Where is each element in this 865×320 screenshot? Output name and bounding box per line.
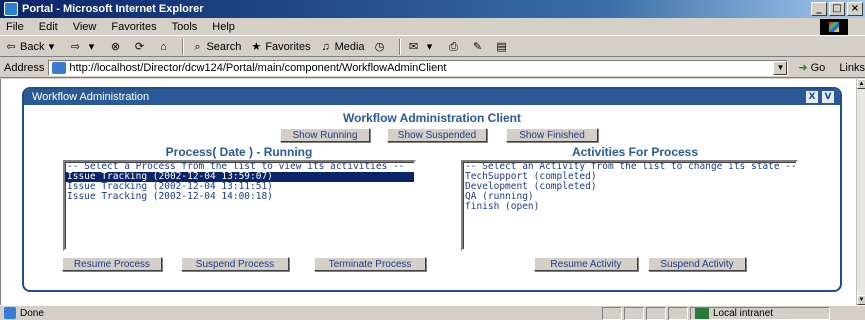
zone-label: Local intranet xyxy=(713,307,774,319)
menu-edit[interactable]: Edit xyxy=(39,21,58,33)
terminate-process-button[interactable]: Terminate Process xyxy=(314,257,426,271)
go-arrow-icon: ➜ xyxy=(798,62,808,74)
title-bar: Portal - Microsoft Internet Explorer _ □… xyxy=(0,0,865,18)
activities-section-title: Activities For Process xyxy=(571,145,699,159)
process-listbox[interactable]: -- Select a Process from the list to vie… xyxy=(63,160,416,251)
forward-button[interactable]: ⇨ ▾ xyxy=(68,40,100,54)
resume-activity-button[interactable]: Resume Activity xyxy=(534,257,638,271)
status-message: Done xyxy=(0,307,600,319)
history-icon: ◷ xyxy=(374,40,385,53)
address-bar: Address http://localhost/Director/dcw124… xyxy=(0,58,865,78)
history-button[interactable]: ◷ xyxy=(373,40,389,54)
window-controls: _ □ × xyxy=(811,2,863,16)
page-viewport: Workflow Administration X V Workflow Adm… xyxy=(0,79,856,305)
panel-header: Workflow Administration X V xyxy=(24,89,840,105)
panel-collapse-button[interactable]: V xyxy=(822,91,834,103)
resume-process-button[interactable]: Resume Process xyxy=(62,257,162,271)
ie-icon xyxy=(4,2,18,16)
status-cell xyxy=(624,306,644,320)
address-label: Address xyxy=(4,61,45,74)
back-button[interactable]: ⇦ Back ▾ xyxy=(4,40,60,54)
browser-window: Portal - Microsoft Internet Explorer _ □… xyxy=(0,0,865,320)
media-label: Media xyxy=(334,40,365,53)
menu-bar: File Edit View Favorites Tools Help xyxy=(0,18,865,36)
show-suspended-button[interactable]: Show Suspended xyxy=(387,128,487,142)
panel-controls: X V xyxy=(806,91,834,103)
chevron-down-icon: ▾ xyxy=(426,40,433,53)
address-url: http://localhost/Director/dcw124/Portal/… xyxy=(69,61,447,74)
media-button[interactable]: ♫ Media xyxy=(319,40,365,54)
mail-icon: ✉ xyxy=(408,40,419,53)
toolbar: ⇦ Back ▾ ⇨ ▾ ⊗ ⟳ ⌂ ⌕ Search ★ Favorites … xyxy=(0,37,865,57)
workflow-panel: Workflow Administration X V Workflow Adm… xyxy=(22,87,842,292)
home-button[interactable]: ⌂ xyxy=(156,40,172,54)
chevron-down-icon[interactable]: ▼ xyxy=(773,60,788,75)
chevron-down-icon: ▾ xyxy=(88,40,95,53)
menu-file[interactable]: File xyxy=(6,21,24,33)
chevron-down-icon: ▾ xyxy=(48,40,55,53)
home-icon: ⌂ xyxy=(160,40,167,53)
menu-help[interactable]: Help xyxy=(212,21,235,33)
activity-option[interactable]: finish (open) xyxy=(463,202,796,212)
process-option[interactable]: Issue Tracking (2002-12-04 14:00:18) xyxy=(65,192,414,202)
status-cell xyxy=(668,306,688,320)
go-label: Go xyxy=(810,61,826,74)
forward-arrow-icon: ⇨ xyxy=(70,40,81,53)
back-label: Back xyxy=(20,40,45,53)
maximize-button[interactable]: □ xyxy=(829,2,845,16)
status-text: Done xyxy=(20,307,44,319)
minimize-button[interactable]: _ xyxy=(811,2,827,16)
panel-title: Workflow Administration xyxy=(32,91,150,103)
windows-logo-icon xyxy=(820,19,848,35)
search-button[interactable]: ⌕ Search xyxy=(190,40,241,54)
stop-icon: ⊗ xyxy=(110,40,121,53)
menu-tools[interactable]: Tools xyxy=(172,21,198,33)
toolbar-divider xyxy=(398,38,401,55)
address-input[interactable]: http://localhost/Director/dcw124/Portal/… xyxy=(48,59,789,76)
print-icon: ⎙ xyxy=(449,40,458,53)
refresh-button[interactable]: ⟳ xyxy=(132,40,148,54)
show-running-button[interactable]: Show Running xyxy=(280,128,370,142)
mail-button[interactable]: ✉ ▾ xyxy=(407,40,439,54)
refresh-icon: ⟳ xyxy=(134,40,145,53)
intranet-icon xyxy=(695,307,709,319)
menu-favorites[interactable]: Favorites xyxy=(111,21,156,33)
close-button[interactable]: × xyxy=(847,2,863,16)
menu-view[interactable]: View xyxy=(73,21,97,33)
edit-icon: ✎ xyxy=(472,40,483,53)
toolbar-divider xyxy=(182,38,185,55)
links-button[interactable]: Links xyxy=(839,62,865,74)
status-cell xyxy=(602,306,622,320)
search-label: Search xyxy=(206,40,242,53)
show-finished-button[interactable]: Show Finished xyxy=(506,128,598,142)
suspend-process-button[interactable]: Suspend Process xyxy=(181,257,289,271)
vertical-scrollbar[interactable]: ▲ ▼ xyxy=(856,79,865,305)
favorites-label: Favorites xyxy=(265,40,311,53)
client-title: Workflow Administration Client xyxy=(342,111,521,125)
status-bar: Done Local intranet xyxy=(0,305,865,320)
edit-button[interactable]: ✎ xyxy=(471,40,487,54)
search-icon: ⌕ xyxy=(194,40,201,53)
page-done-icon xyxy=(4,307,16,319)
activity-listbox[interactable]: -- Select an Activity from the list to c… xyxy=(461,160,798,251)
discuss-icon: ▤ xyxy=(496,40,507,53)
print-button[interactable]: ⎙ xyxy=(447,40,463,54)
media-icon: ♫ xyxy=(321,40,330,53)
window-title: Portal - Microsoft Internet Explorer xyxy=(22,3,204,15)
back-arrow-icon: ⇦ xyxy=(6,40,16,53)
suspend-activity-button[interactable]: Suspend Activity xyxy=(648,257,746,271)
go-button[interactable]: ➜ Go xyxy=(798,61,826,75)
favorites-button[interactable]: ★ Favorites xyxy=(249,40,310,54)
scroll-up-icon[interactable]: ▲ xyxy=(857,79,865,89)
panel-close-button[interactable]: X xyxy=(806,91,818,103)
scroll-down-icon[interactable]: ▼ xyxy=(857,295,865,305)
discuss-button[interactable]: ▤ xyxy=(495,40,511,54)
page-icon xyxy=(52,61,67,74)
favorites-icon: ★ xyxy=(251,40,262,53)
status-cell xyxy=(646,306,666,320)
process-section-title: Process( Date ) - Running xyxy=(165,145,313,159)
security-zone: Local intranet xyxy=(690,306,830,320)
stop-button[interactable]: ⊗ xyxy=(108,40,124,54)
